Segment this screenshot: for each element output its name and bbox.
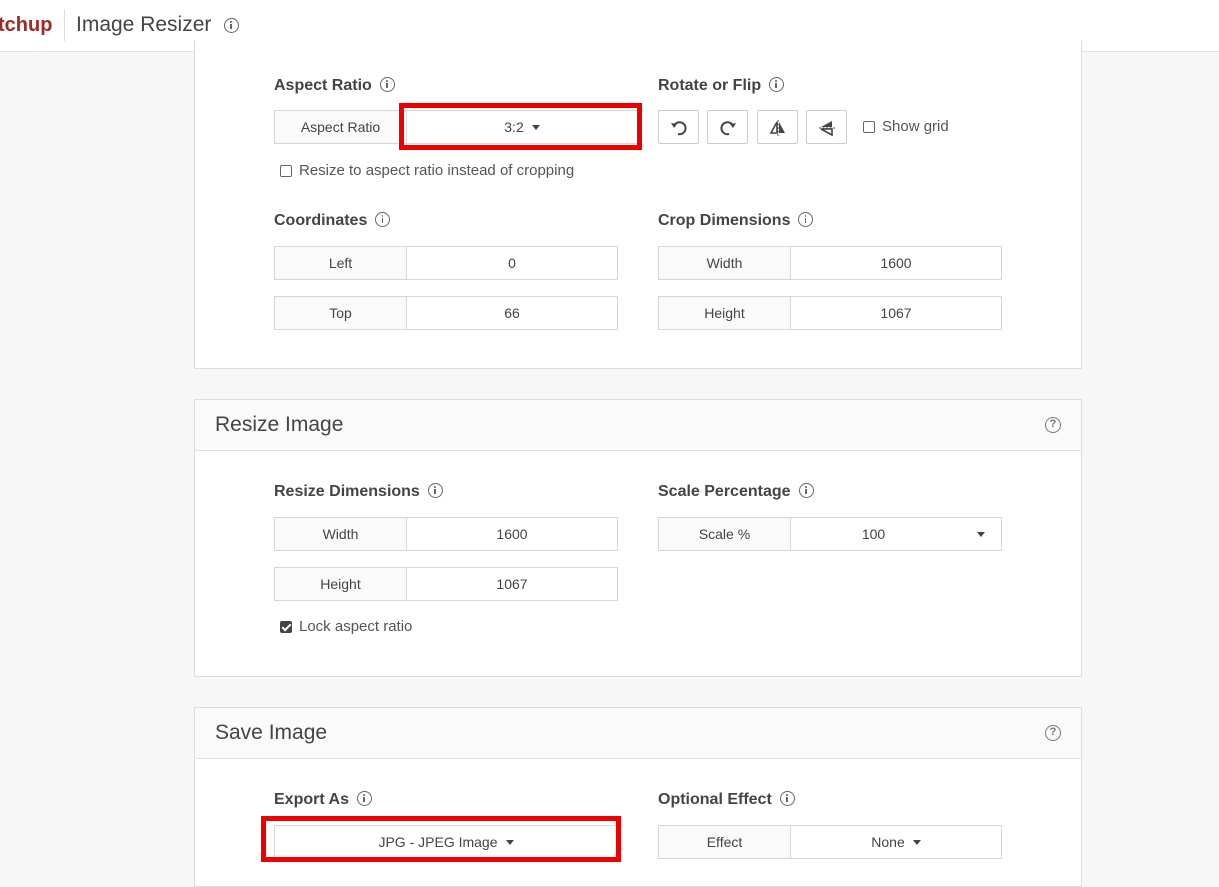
- flip-vertical-button[interactable]: [806, 110, 847, 144]
- export-as-heading: Export As: [274, 790, 372, 809]
- info-icon[interactable]: [427, 482, 443, 498]
- optional-effect-heading: Optional Effect: [658, 790, 795, 809]
- resize-dimensions-heading: Resize Dimensions: [274, 482, 443, 501]
- crop-width-addon: Width: [659, 247, 791, 279]
- flip-horizontal-icon: [769, 120, 785, 136]
- flip-horizontal-button[interactable]: [757, 110, 798, 144]
- rotate-left-icon: [671, 121, 687, 136]
- info-icon[interactable]: [379, 76, 395, 92]
- save-card-header: Save Image ?: [195, 708, 1081, 759]
- effect-value[interactable]: None: [791, 826, 1001, 858]
- resize-height-input[interactable]: 1067: [407, 568, 617, 600]
- left-addon: Left: [275, 247, 407, 279]
- crop-card: Aspect Ratio Aspect Ratio 3:2 Resize to …: [194, 40, 1082, 369]
- resize-image-card: Resize Image ? Resize Dimensions Width 1…: [194, 399, 1082, 677]
- crop-width-input[interactable]: 1600: [791, 247, 1001, 279]
- info-icon[interactable]: [769, 76, 785, 92]
- show-grid-checkbox[interactable]: [863, 120, 875, 133]
- scale-value[interactable]: 100: [791, 518, 1001, 550]
- scale-percentage-heading: Scale Percentage: [658, 482, 814, 501]
- rotate-flip-heading: Rotate or Flip: [658, 76, 785, 95]
- resize-width-addon: Width: [275, 518, 407, 550]
- resize-aspect-checkbox-row[interactable]: Resize to aspect ratio instead of croppi…: [280, 162, 574, 179]
- show-grid-label: Show grid: [882, 118, 949, 135]
- help-icon[interactable]: ?: [1045, 417, 1061, 433]
- resize-height-addon: Height: [275, 568, 407, 600]
- top-addon: Top: [275, 297, 407, 329]
- crop-width-field[interactable]: Width 1600: [658, 246, 1002, 280]
- rotate-right-button[interactable]: [707, 110, 748, 144]
- crop-dimensions-heading: Crop Dimensions: [658, 211, 814, 230]
- info-icon[interactable]: [224, 18, 239, 33]
- effect-select[interactable]: Effect None: [658, 825, 1002, 859]
- crop-height-addon: Height: [659, 297, 791, 329]
- resize-aspect-checkbox[interactable]: [280, 164, 292, 177]
- resize-width-input[interactable]: 1600: [407, 518, 617, 550]
- info-icon[interactable]: [798, 211, 814, 227]
- help-icon[interactable]: ?: [1045, 725, 1061, 741]
- rotate-left-button[interactable]: [658, 110, 699, 144]
- page-title: Image Resizer: [76, 13, 212, 36]
- lock-aspect-checkbox-row[interactable]: Lock aspect ratio: [280, 618, 412, 635]
- aspect-ratio-heading: Aspect Ratio: [274, 76, 395, 95]
- header-divider: [64, 9, 65, 41]
- chevron-down-icon: [977, 532, 985, 537]
- top-field[interactable]: Top 66: [274, 296, 618, 330]
- lock-aspect-checkbox[interactable]: [280, 620, 292, 633]
- effect-addon: Effect: [659, 826, 791, 858]
- top-input[interactable]: 66: [407, 297, 617, 329]
- resize-aspect-label: Resize to aspect ratio instead of croppi…: [299, 162, 575, 179]
- export-format-highlight: [261, 816, 621, 862]
- chevron-down-icon: [912, 839, 921, 845]
- scale-addon: Scale %: [659, 518, 791, 550]
- resize-height-field[interactable]: Height 1067: [274, 567, 618, 601]
- left-input[interactable]: 0: [407, 247, 617, 279]
- crop-height-field[interactable]: Height 1067: [658, 296, 1002, 330]
- coordinates-heading: Coordinates: [274, 211, 391, 230]
- resize-card-title: Resize Image: [215, 413, 344, 436]
- scale-percentage-select[interactable]: Scale % 100: [658, 517, 1002, 551]
- lock-aspect-label: Lock aspect ratio: [299, 618, 413, 635]
- resize-card-header: Resize Image ?: [195, 400, 1081, 451]
- aspect-ratio-addon: Aspect Ratio: [275, 111, 407, 143]
- left-field[interactable]: Left 0: [274, 246, 618, 280]
- flip-vertical-icon: [819, 121, 835, 137]
- rotate-right-icon: [720, 121, 736, 136]
- crop-height-input[interactable]: 1067: [791, 297, 1001, 329]
- show-grid-checkbox-row[interactable]: Show grid: [863, 118, 949, 135]
- info-icon[interactable]: [356, 790, 372, 806]
- resize-width-field[interactable]: Width 1600: [274, 517, 618, 551]
- aspect-ratio-highlight: [399, 103, 642, 150]
- info-icon[interactable]: [798, 482, 814, 498]
- brand-logo[interactable]: tchup: [0, 14, 52, 37]
- save-card-title: Save Image: [215, 721, 328, 744]
- info-icon[interactable]: [375, 211, 391, 227]
- info-icon[interactable]: [779, 790, 795, 806]
